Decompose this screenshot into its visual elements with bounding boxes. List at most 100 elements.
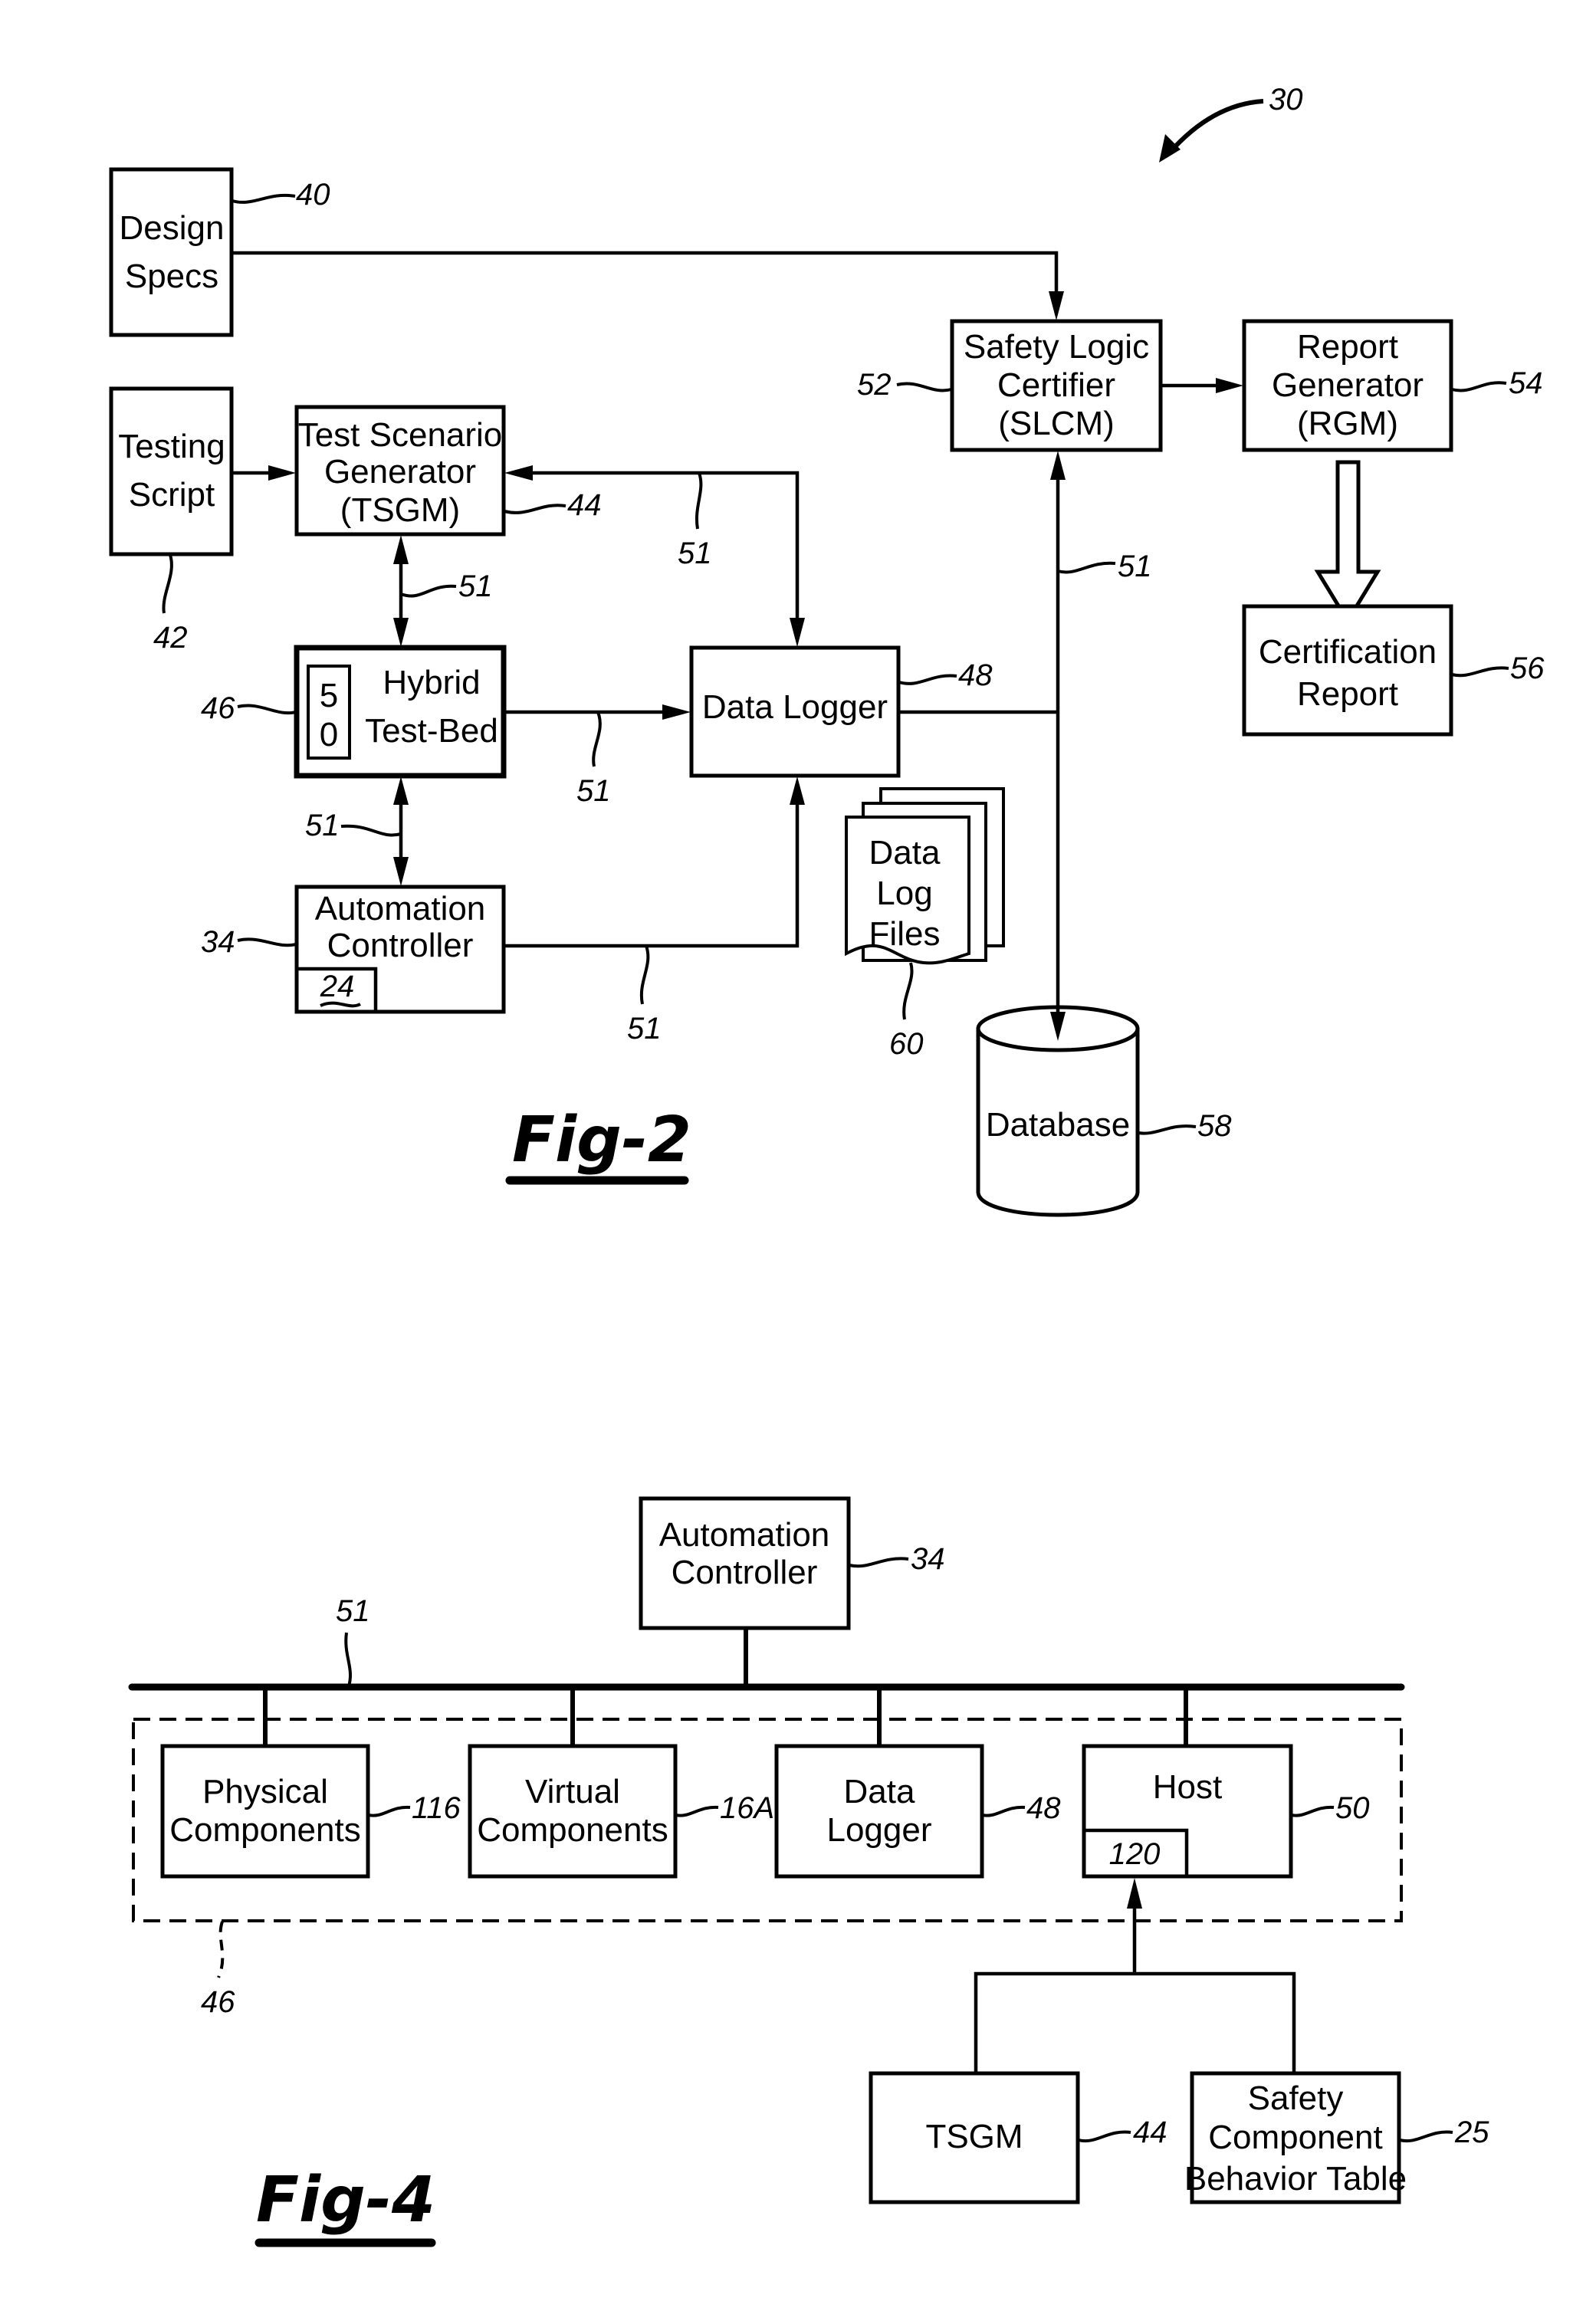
arrowhead-icon	[268, 465, 296, 481]
block-label-line: Test Scenario	[298, 416, 503, 454]
figure-2-caption: Fig-2	[505, 1104, 691, 1185]
block-label-line: Testing	[118, 428, 225, 465]
ref-label: 46	[201, 1985, 235, 2019]
block-label-line: Generator	[1272, 366, 1424, 404]
ref-label: 60	[889, 1027, 924, 1061]
ref-label: 42	[153, 621, 188, 655]
test-scenario-generator-block: Test Scenario Generator (TSGM) 44	[294, 405, 602, 537]
block-label-line: Virtual	[525, 1773, 620, 1810]
virtual-components-block: Virtual Components 16A	[468, 1744, 774, 1879]
inner-ref-label: 120	[1109, 1837, 1161, 1871]
host-block: Host 120 50	[1082, 1744, 1370, 1879]
safety-component-behavior-table-block: Safety Component Behavior Table 25	[1184, 2071, 1489, 2204]
ref-label: 44	[1133, 2116, 1167, 2149]
figure-4: Automation Controller 34 51 46 Physical …	[128, 1496, 1489, 2247]
block-label-line: Components	[169, 1811, 360, 1849]
block-label-line: Data	[869, 834, 941, 872]
patent-drawing-sheet: 30 Design Specs 40 Testing Script 42 Tes…	[109, 83, 1545, 2247]
ref-label: 30	[1269, 83, 1303, 117]
ref-label: 116	[412, 1791, 461, 1825]
report-generator-block: Report Generator (RGM) 54	[1242, 319, 1543, 452]
block-label-line: (SLCM)	[998, 405, 1115, 442]
f4-data-logger-block: Data Logger 48	[774, 1744, 1061, 1879]
safety-logic-certifier-block: Safety Logic Certifier (SLCM) 52	[857, 319, 1163, 452]
link-ref-label: 51	[458, 570, 493, 603]
block-label-line: Behavior Table	[1184, 2160, 1407, 2198]
bus-ref-label: 51	[336, 1594, 370, 1628]
block-label-line: Generator	[324, 453, 476, 491]
hybrid-test-bed-block: 5 0 Hybrid Test-Bed 46	[201, 645, 507, 779]
overall-reference-30: 30	[1159, 83, 1303, 162]
block-label-line: Controller	[327, 927, 474, 964]
arrowhead-icon	[1159, 134, 1181, 162]
arrowhead-icon	[790, 776, 805, 805]
ref-label: 50	[1335, 1791, 1370, 1825]
f4-tsgm-block: TSGM 44	[869, 2071, 1167, 2204]
arrowhead-icon	[393, 776, 409, 805]
ref-label: 58	[1197, 1109, 1232, 1143]
hollow-down-arrow-icon	[1314, 460, 1381, 625]
arrowhead-icon	[1216, 378, 1243, 393]
block-label-line: Certification	[1259, 633, 1437, 671]
ref-label: 25	[1454, 2116, 1489, 2149]
arrowhead-icon	[504, 465, 533, 481]
block-label-line: Hybrid	[383, 664, 480, 701]
arrowhead-icon	[790, 618, 805, 647]
block-label-line: Specs	[125, 258, 218, 295]
figure-caption: Fig-2	[512, 1104, 691, 1177]
link-ref-label: 51	[1118, 550, 1152, 583]
block-label-line: Safety Logic	[964, 328, 1149, 366]
inner-ref-label: 24	[320, 970, 355, 1003]
physical-components-block: Physical Components 116	[160, 1744, 461, 1879]
ref-label: 48	[1026, 1791, 1061, 1825]
block-label-line: Automation	[315, 890, 486, 927]
database-cylinder: Database 58	[976, 1005, 1232, 1217]
ref-label: 54	[1509, 366, 1543, 400]
block-label-line: Script	[129, 476, 215, 514]
arrowhead-icon	[1049, 291, 1064, 320]
block-label-line: Logger	[826, 1811, 931, 1849]
block-label-line: Design	[120, 209, 225, 247]
certification-report-block: Certification Report 56	[1242, 604, 1545, 737]
figure-2: 30 Design Specs 40 Testing Script 42 Tes…	[109, 83, 1545, 1217]
inner-box-digit: 5	[320, 677, 338, 714]
figure-caption: Fig-4	[256, 2164, 435, 2237]
block-label-line: Log	[876, 875, 932, 912]
automation-controller-block: Automation Controller 24 34	[201, 885, 506, 1014]
arrowhead-icon	[662, 704, 691, 720]
block-label-line: Automation	[659, 1516, 830, 1554]
block-label-line: Test-Bed	[365, 712, 498, 750]
block-label-line: Safety	[1248, 2079, 1344, 2117]
block-label-line: Files	[869, 915, 941, 953]
block-label-line: Data Logger	[702, 688, 888, 726]
ref-label: 16A	[720, 1791, 774, 1825]
block-label-line: TSGM	[925, 2118, 1023, 2155]
ref-label: 52	[857, 368, 892, 402]
testing-script-block: Testing Script 42	[109, 386, 234, 655]
block-label-line: Certifier	[997, 366, 1115, 404]
f4-automation-controller-block: Automation Controller 34	[639, 1496, 945, 1630]
data-log-files-stack: Data Log Files 60	[845, 787, 1005, 1061]
block-label-line: Components	[477, 1811, 668, 1849]
block-label-line: Data	[844, 1773, 915, 1810]
block-label-line: Report	[1297, 328, 1398, 366]
ref-label: 56	[1510, 652, 1545, 685]
arrowhead-icon	[393, 535, 409, 564]
block-label-line: Report	[1297, 675, 1398, 713]
ref-label: 34	[911, 1542, 945, 1576]
block-label-line: Database	[986, 1106, 1130, 1144]
block-label-line: (RGM)	[1297, 405, 1398, 442]
figure-4-caption: Fig-4	[255, 2164, 436, 2247]
ref-label: 44	[567, 488, 602, 522]
block-label-line: Controller	[672, 1554, 818, 1591]
link-ref-label: 51	[305, 809, 340, 842]
ref-label: 40	[296, 178, 330, 212]
ref-label: 34	[201, 925, 235, 959]
ref-label: 48	[958, 658, 993, 692]
link-ref-label: 51	[576, 774, 611, 808]
arrowhead-icon	[393, 618, 409, 647]
block-label-line: (TSGM)	[340, 491, 460, 529]
block-label-line: Component	[1208, 2119, 1382, 2156]
ref-label: 46	[201, 691, 235, 725]
inner-box-digit: 0	[320, 716, 338, 753]
